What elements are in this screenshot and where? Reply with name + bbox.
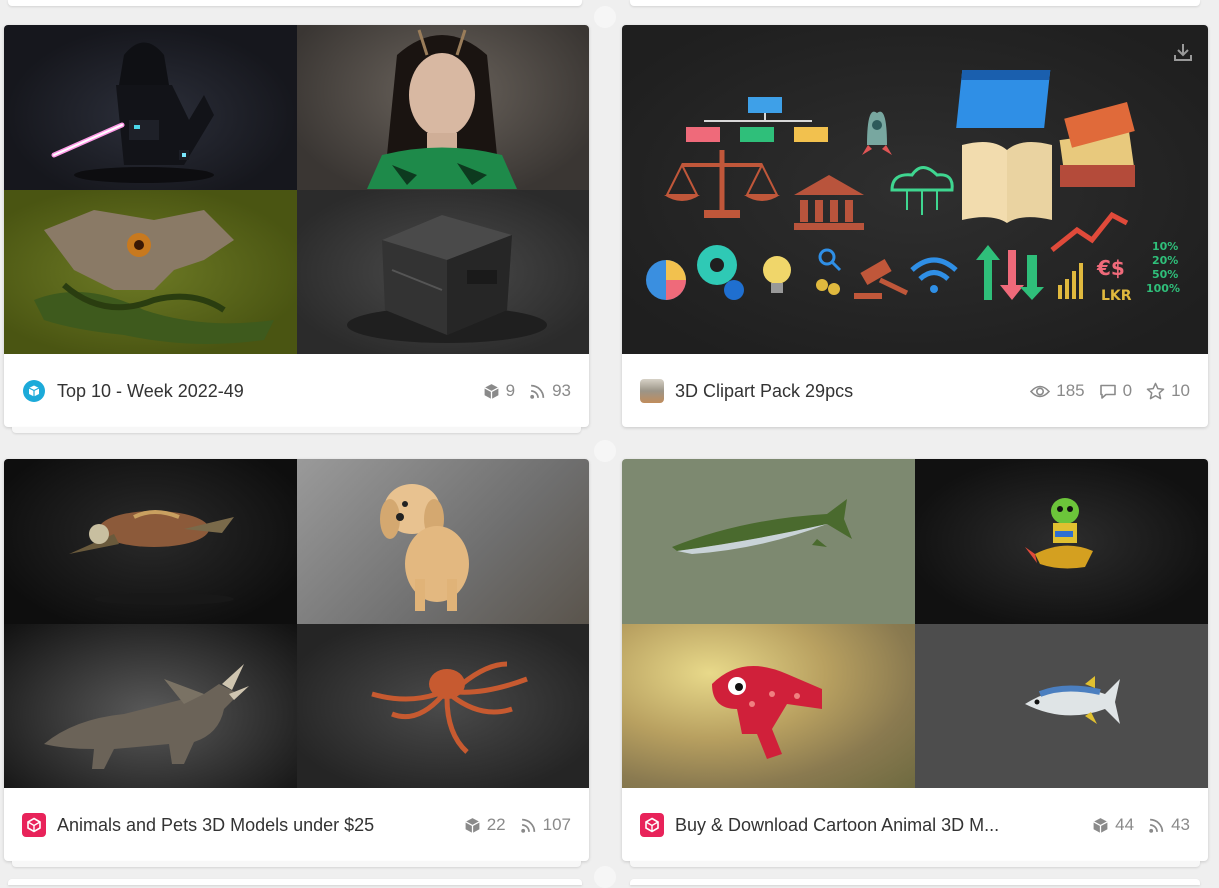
thumb-alien-rocket	[915, 459, 1208, 624]
models-cube-icon	[1093, 817, 1108, 833]
thumb-barracuda	[622, 459, 915, 624]
view-count: 185	[1030, 381, 1085, 401]
percent-label: 50%	[1152, 268, 1178, 281]
separator-decoration	[594, 440, 616, 462]
followers-rss-icon	[1149, 818, 1164, 833]
models-cube-icon	[464, 817, 480, 833]
thumb-woman-antennae	[296, 25, 589, 190]
followers-count: 43	[1148, 815, 1190, 835]
followers-count: 107	[520, 815, 571, 835]
collection-card[interactable]: Buy & Download Cartoon Animal 3D M... 44…	[622, 459, 1208, 867]
models-cube-icon	[483, 383, 499, 399]
followers-count: 93	[529, 381, 571, 401]
percent-label: 100%	[1146, 282, 1180, 295]
followers-rss-icon	[520, 818, 535, 833]
followers-rss-icon	[530, 384, 545, 399]
cgtrader-logo-icon[interactable]	[22, 813, 46, 837]
model-stats: 185 0 10	[1030, 381, 1190, 401]
collection-footer: Top 10 - Week 2022-49 9 93	[4, 355, 589, 427]
next-card-edge	[630, 879, 1200, 885]
collection-title[interactable]: Buy & Download Cartoon Animal 3D M...	[675, 815, 999, 836]
comment-icon	[1099, 384, 1116, 399]
collection-footer: Animals and Pets 3D Models under $25 22 …	[4, 789, 589, 861]
model-card[interactable]: €$ LKR 10% 20% 50% 100% 3D Clipart Pack …	[622, 25, 1208, 427]
model-title[interactable]: 3D Clipart Pack 29pcs	[675, 381, 853, 402]
collection-stats: 44 43	[1092, 815, 1190, 835]
thumb-red-dino	[622, 623, 915, 788]
thumb-metal-crate	[296, 189, 589, 354]
previous-card-edge	[630, 0, 1200, 6]
collection-thumbnail[interactable]	[4, 25, 589, 354]
collection-card[interactable]: Top 10 - Week 2022-49 9 93	[4, 25, 589, 433]
clipart-pack-preview: €$ LKR 10% 20% 50% 100%	[646, 70, 1180, 304]
model-footer: 3D Clipart Pack 29pcs 185 0 10	[622, 355, 1208, 427]
download-icon[interactable]	[1172, 41, 1194, 63]
models-count: 22	[464, 815, 506, 835]
thumb-octopus	[296, 623, 589, 788]
collection-thumbnail[interactable]	[4, 459, 589, 788]
currency-code-label: LKR	[1101, 288, 1132, 304]
thumb-triceratops	[4, 623, 297, 788]
previous-card-edge	[8, 0, 582, 6]
currency-label: €$	[1096, 256, 1125, 280]
models-count: 9	[483, 381, 515, 401]
model-thumbnail[interactable]: €$ LKR 10% 20% 50% 100%	[622, 25, 1208, 354]
star-icon	[1146, 382, 1165, 400]
collection-card[interactable]: Animals and Pets 3D Models under $25 22 …	[4, 459, 589, 867]
like-count[interactable]: 10	[1146, 381, 1190, 401]
models-count: 44	[1092, 815, 1134, 835]
thumb-dragon-skull	[4, 189, 297, 354]
next-card-edge	[8, 879, 582, 885]
separator-decoration	[594, 6, 616, 28]
collection-stats: 9 93	[483, 381, 571, 401]
comment-count[interactable]: 0	[1099, 381, 1132, 401]
collection-thumbnail[interactable]	[622, 459, 1208, 788]
thumb-tuna	[915, 623, 1208, 788]
cgtrader-logo-icon[interactable]	[640, 813, 664, 837]
percent-label: 10%	[1152, 240, 1178, 253]
sketchfab-logo-icon[interactable]	[22, 379, 46, 403]
thumb-sea-turtle	[4, 459, 297, 624]
thumb-cocker-spaniel	[296, 459, 589, 624]
eye-icon	[1030, 385, 1051, 397]
collection-footer: Buy & Download Cartoon Animal 3D M... 44…	[622, 789, 1208, 861]
percent-label: 20%	[1152, 254, 1178, 267]
collection-title[interactable]: Animals and Pets 3D Models under $25	[57, 815, 374, 836]
user-avatar-photo[interactable]	[640, 379, 664, 403]
collection-stats: 22 107	[464, 815, 571, 835]
collection-title[interactable]: Top 10 - Week 2022-49	[57, 381, 244, 402]
thumb-sith-lord	[4, 25, 297, 190]
